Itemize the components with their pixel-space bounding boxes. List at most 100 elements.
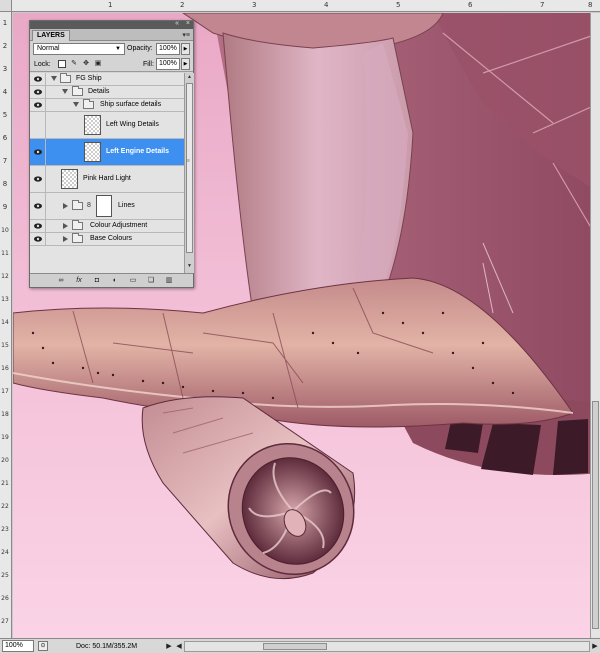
ruler-label: 6 bbox=[2, 134, 8, 142]
folder-icon[interactable]: ▭ bbox=[128, 276, 138, 285]
scroll-down-icon[interactable]: ▼ bbox=[186, 263, 193, 269]
expand-triangle-icon[interactable] bbox=[63, 236, 68, 242]
chain-link-icon[interactable]: 8 bbox=[87, 202, 91, 209]
lock-transparency-icon[interactable] bbox=[58, 60, 66, 68]
layer-name: Colour Adjustment bbox=[90, 222, 148, 229]
layer-row-pink-hard-light[interactable]: Pink Hard Light bbox=[30, 166, 184, 193]
tab-layers[interactable]: LAYERS bbox=[32, 30, 70, 41]
lock-brush-icon[interactable]: ✎ bbox=[70, 60, 78, 68]
status-info-icon[interactable]: ⊙ bbox=[38, 641, 48, 651]
layers-panel-footer: ∞ fx ◘ ◐ ▭ ❏ ▥ bbox=[30, 273, 193, 287]
ruler-label: 10 bbox=[1, 227, 9, 234]
new-layer-icon[interactable]: ❏ bbox=[146, 276, 156, 285]
ruler-label: 21 bbox=[1, 480, 9, 487]
visibility-toggle[interactable] bbox=[30, 220, 46, 232]
layer-thumbnail bbox=[61, 169, 78, 189]
visibility-toggle[interactable] bbox=[30, 73, 46, 85]
ruler-label: 2 bbox=[2, 42, 8, 50]
folder-icon bbox=[72, 220, 83, 230]
ruler-label: 13 bbox=[1, 296, 9, 303]
collapse-panel-icon[interactable]: « bbox=[175, 20, 179, 27]
folder-icon bbox=[72, 200, 83, 210]
layer-row-base-colours[interactable]: Base Colours bbox=[30, 233, 184, 246]
layer-row-ship-surface-details[interactable]: Ship surface details bbox=[30, 99, 184, 112]
ruler-label: 15 bbox=[1, 342, 9, 349]
eye-icon bbox=[34, 176, 42, 182]
eye-icon bbox=[34, 236, 42, 242]
layer-name: Pink Hard Light bbox=[83, 175, 131, 182]
ruler-label: 27 bbox=[1, 618, 9, 625]
ruler-origin[interactable] bbox=[0, 0, 12, 12]
link-icon[interactable]: ∞ bbox=[56, 276, 66, 285]
blend-mode-select[interactable]: Normal ▼ bbox=[33, 43, 125, 55]
expand-triangle-icon[interactable] bbox=[73, 102, 79, 107]
visibility-toggle[interactable] bbox=[30, 233, 46, 245]
panel-tab-bar: LAYERS ▾≡ bbox=[30, 29, 193, 41]
scroll-right-icon[interactable]: ▶ bbox=[590, 641, 600, 652]
adjustment-icon[interactable]: ◐ bbox=[110, 276, 120, 285]
canvas-horizontal-scrollbar[interactable] bbox=[184, 640, 590, 652]
visibility-toggle[interactable] bbox=[30, 193, 46, 219]
blend-row: Normal ▼ Opacity: 100% ▶ bbox=[30, 41, 193, 57]
ruler-label: 6 bbox=[468, 1, 473, 9]
ruler-label: 17 bbox=[1, 388, 9, 395]
eye-icon bbox=[34, 149, 42, 155]
lock-move-icon[interactable]: ✥ bbox=[82, 60, 90, 68]
ruler-label: 18 bbox=[1, 411, 9, 418]
document-size-info[interactable]: Doc: 50.1M/355.2M bbox=[52, 643, 164, 650]
expand-triangle-icon[interactable] bbox=[63, 223, 68, 229]
ruler-label: 26 bbox=[1, 595, 9, 602]
ruler-label: 3 bbox=[252, 1, 257, 9]
layer-row-lines[interactable]: 8 Lines bbox=[30, 193, 184, 220]
layer-thumbnail bbox=[84, 115, 101, 135]
layer-row-details[interactable]: Details bbox=[30, 86, 184, 99]
expand-triangle-icon[interactable] bbox=[62, 89, 68, 94]
layer-list-scrollbar[interactable]: ▲ ≡ ▼ bbox=[184, 73, 194, 273]
layer-row-colour-adjustment[interactable]: Colour Adjustment bbox=[30, 220, 184, 233]
ruler-label: 2 bbox=[180, 1, 185, 9]
ruler-label: 24 bbox=[1, 549, 9, 556]
horizontal-ruler[interactable]: 1 2 3 4 5 6 7 8 bbox=[12, 0, 600, 12]
layer-name: Ship surface details bbox=[100, 101, 162, 108]
status-menu-arrow-icon[interactable]: ▶ bbox=[164, 641, 174, 652]
mask-icon[interactable]: ◘ bbox=[92, 276, 102, 285]
fx-icon[interactable]: fx bbox=[74, 276, 84, 285]
ruler-label: 4 bbox=[324, 1, 329, 9]
zoom-level-input[interactable]: 100% bbox=[2, 640, 34, 652]
layer-row-left-engine-details[interactable]: Left Engine Details bbox=[30, 139, 184, 166]
layer-row-left-wing-details[interactable]: Left Wing Details bbox=[30, 112, 184, 139]
eye-icon bbox=[34, 203, 42, 209]
visibility-toggle[interactable] bbox=[30, 166, 46, 192]
layer-name: Lines bbox=[118, 202, 135, 209]
lock-all-icon[interactable]: ▣ bbox=[94, 60, 102, 68]
layers-panel: « × LAYERS ▾≡ Normal ▼ Opacity: 100% ▶ L… bbox=[29, 20, 194, 288]
expand-triangle-icon[interactable] bbox=[51, 76, 57, 81]
opacity-input[interactable]: 100% bbox=[156, 43, 180, 55]
ruler-label: 7 bbox=[2, 157, 8, 165]
trash-icon[interactable]: ▥ bbox=[164, 276, 174, 285]
fill-slider-button[interactable]: ▶ bbox=[181, 58, 190, 70]
visibility-toggle[interactable] bbox=[30, 112, 46, 138]
layer-scroll-thumb[interactable] bbox=[186, 83, 193, 253]
opacity-label: Opacity: bbox=[127, 45, 153, 52]
horizontal-scroll-thumb[interactable] bbox=[263, 642, 327, 650]
ruler-label: 1 bbox=[108, 1, 113, 9]
scroll-left-icon[interactable]: ◀ bbox=[174, 641, 184, 652]
opacity-slider-button[interactable]: ▶ bbox=[181, 43, 190, 55]
canvas-vertical-scrollbar[interactable] bbox=[590, 13, 600, 638]
visibility-toggle[interactable] bbox=[30, 86, 46, 98]
fill-input[interactable]: 100% bbox=[156, 58, 180, 70]
panel-title-bar[interactable]: « × bbox=[30, 20, 193, 29]
scroll-up-icon[interactable]: ▲ bbox=[186, 74, 193, 80]
layer-row-fg-ship[interactable]: FG Ship bbox=[30, 73, 184, 86]
panel-menu-icon[interactable]: ▾≡ bbox=[182, 31, 190, 39]
folder-icon bbox=[72, 86, 83, 96]
visibility-toggle[interactable] bbox=[30, 139, 46, 165]
expand-triangle-icon[interactable] bbox=[63, 203, 68, 209]
vertical-ruler[interactable]: 1 2 3 4 5 6 7 8 9 10 11 12 13 14 15 16 1… bbox=[0, 12, 12, 638]
layer-mask-thumbnail[interactable] bbox=[96, 195, 112, 217]
ruler-label: 25 bbox=[1, 572, 9, 579]
close-panel-icon[interactable]: × bbox=[186, 20, 190, 27]
visibility-toggle[interactable] bbox=[30, 99, 46, 111]
vertical-scroll-thumb[interactable] bbox=[592, 401, 599, 629]
